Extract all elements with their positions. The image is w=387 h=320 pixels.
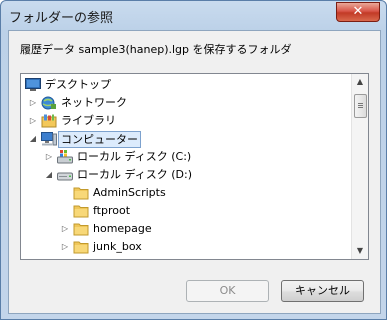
tree-item-label: homepage: [93, 222, 152, 235]
tree-item-drive-d[interactable]: ◢ ローカル ディスク (D:): [21, 166, 351, 184]
tree-item-label: ローカル ディスク (D:): [77, 168, 192, 181]
expand-arrow-icon[interactable]: ▷: [61, 225, 69, 233]
tree-item-computer[interactable]: ◢ コンピューター: [21, 130, 351, 148]
tree-item-label: AdminScripts: [93, 186, 166, 199]
browse-folder-dialog: フォルダーの参照 ✕ 履歴データ sample3(hanep).lgp を保存す…: [0, 0, 387, 320]
dialog-body: 履歴データ sample3(hanep).lgp を保存するフォルダ デスクトッ…: [8, 30, 381, 314]
description-text: 履歴データ sample3(hanep).lgp を保存するフォルダ: [20, 43, 292, 56]
scroll-down-button[interactable]: ▼: [352, 243, 368, 259]
grip-line: [358, 107, 363, 108]
tree-item-library[interactable]: ▷ ライブラリ: [21, 112, 351, 130]
window-title: フォルダーの参照: [9, 11, 114, 26]
expand-arrow-icon[interactable]: ▷: [29, 99, 37, 107]
tree-item-adminscripts[interactable]: AdminScripts: [21, 184, 351, 202]
collapse-arrow-icon[interactable]: ◢: [29, 135, 37, 143]
tree-item-desktop[interactable]: デスクトップ: [21, 76, 351, 94]
tree-item-label: ネットワーク: [61, 96, 127, 109]
tree-item-label: ftproot: [93, 204, 131, 217]
tree-item-ftproot[interactable]: ftproot: [21, 202, 351, 220]
ok-button[interactable]: OK: [186, 280, 269, 302]
tree-item-junk-box[interactable]: ▷ junk_box: [21, 238, 351, 256]
tree-item-homepage[interactable]: ▷ homepage: [21, 220, 351, 238]
tree-item-label: デスクトップ: [45, 78, 111, 91]
scroll-up-button[interactable]: ▲: [352, 74, 368, 90]
desktop-icon: [25, 78, 41, 91]
tree-item-drive-c[interactable]: ▷ ローカル ディスク (C:): [21, 148, 351, 166]
tree-item-label: junk_box: [93, 240, 142, 253]
folder-icon: [73, 205, 89, 218]
tree-item-label: ローカル ディスク (C:): [77, 150, 192, 163]
close-button[interactable]: ✕: [336, 2, 380, 22]
grip-line: [358, 105, 363, 106]
drive-icon: [57, 172, 73, 181]
folder-tree[interactable]: デスクトップ ▷ ネットワーク ▷ ライブラリ ◢ コンピューター ▷ ローカル…: [20, 73, 369, 260]
grip-line: [358, 103, 363, 104]
folder-icon: [73, 187, 89, 200]
expand-arrow-icon[interactable]: ▷: [45, 153, 53, 161]
scroll-thumb[interactable]: [354, 94, 367, 118]
expand-arrow-icon[interactable]: ▷: [61, 243, 69, 251]
folder-icon: [73, 241, 89, 254]
tree-item-network[interactable]: ▷ ネットワーク: [21, 94, 351, 112]
vertical-scrollbar[interactable]: ▲ ▼: [351, 74, 368, 259]
network-icon: [41, 96, 56, 110]
collapse-arrow-icon[interactable]: ◢: [45, 171, 53, 179]
computer-icon: [41, 132, 57, 146]
system-drive-icon: [57, 150, 73, 164]
close-icon: ✕: [352, 4, 364, 19]
library-icon: [41, 114, 57, 128]
title-bar[interactable]: フォルダーの参照 ✕: [1, 1, 386, 29]
tree-item-label: ライブラリ: [61, 114, 116, 127]
cancel-button[interactable]: キャンセル: [281, 280, 364, 302]
expand-arrow-icon[interactable]: ▷: [29, 117, 37, 125]
tree-item-label: コンピューター: [58, 131, 141, 148]
folder-icon: [73, 223, 89, 236]
